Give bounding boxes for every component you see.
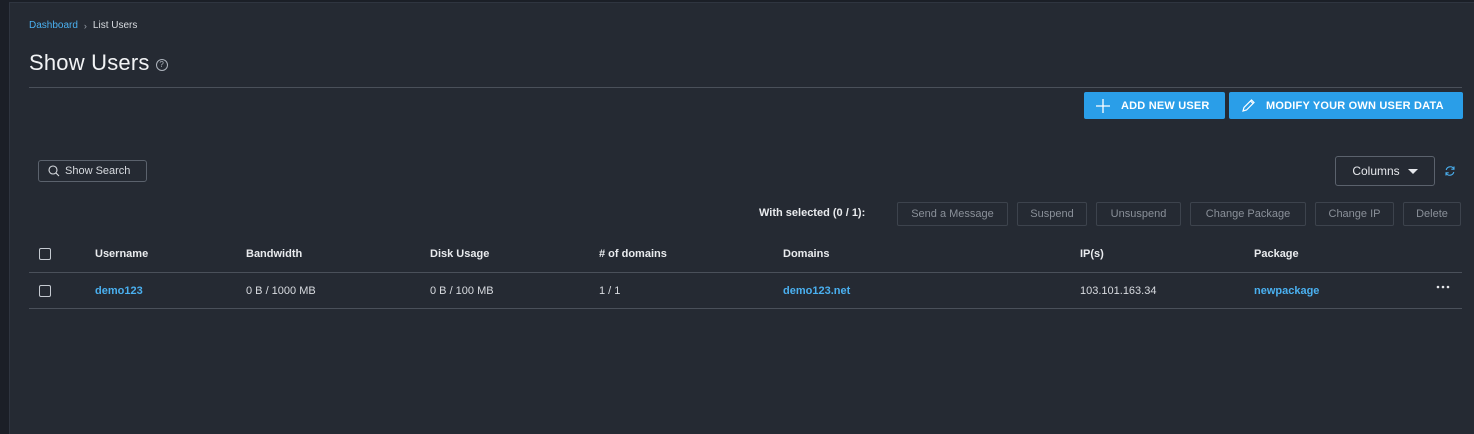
column-header-disk-usage[interactable]: Disk Usage — [430, 248, 489, 260]
add-new-user-label: ADD NEW USER — [1121, 99, 1210, 112]
column-header-package[interactable]: Package — [1254, 248, 1299, 260]
modify-user-data-button[interactable]: MODIFY YOUR OWN USER DATA — [1229, 92, 1463, 119]
columns-dropdown[interactable]: Columns — [1335, 156, 1435, 186]
modify-user-data-label: MODIFY YOUR OWN USER DATA — [1266, 99, 1444, 112]
chevron-right-icon: › — [83, 20, 87, 31]
refresh-icon[interactable] — [1444, 165, 1456, 177]
column-header-domains[interactable]: Domains — [783, 248, 829, 260]
breadcrumb-current: List Users — [92, 20, 138, 31]
delete-button[interactable]: Delete — [1403, 202, 1461, 226]
header-divider — [29, 272, 1462, 273]
disk-usage-cell: 0 B / 100 MB — [430, 285, 494, 297]
send-message-button[interactable]: Send a Message — [897, 202, 1008, 226]
domain-count-cell: 1 / 1 — [599, 285, 621, 297]
column-header-domain-count[interactable]: # of domains — [599, 248, 667, 260]
column-header-username[interactable]: Username — [95, 248, 148, 260]
column-header-bandwidth[interactable]: Bandwidth — [246, 248, 302, 260]
columns-label: Columns — [1352, 164, 1400, 178]
domain-link[interactable]: demo123.net — [783, 285, 850, 297]
content-panel: Dashboard › List Users Show Users ? ADD … — [9, 2, 1474, 434]
caret-down-icon — [1407, 168, 1418, 174]
row-checkbox[interactable] — [39, 285, 51, 297]
title-divider — [29, 87, 1462, 88]
unsuspend-button[interactable]: Unsuspend — [1096, 202, 1181, 226]
ip-cell: 103.101.163.34 — [1080, 285, 1157, 297]
row-divider — [29, 308, 1462, 309]
change-package-button[interactable]: Change Package — [1190, 202, 1306, 226]
search-icon — [48, 165, 60, 177]
show-search-button[interactable]: Show Search — [38, 160, 147, 182]
plus-icon — [1095, 98, 1111, 114]
breadcrumb: Dashboard › List Users — [29, 20, 137, 31]
show-search-label: Show Search — [65, 165, 131, 177]
help-icon[interactable]: ? — [155, 59, 168, 71]
breadcrumb-dashboard-link[interactable]: Dashboard — [29, 20, 78, 31]
bandwidth-cell: 0 B / 1000 MB — [246, 285, 316, 297]
username-link[interactable]: demo123 — [95, 285, 143, 297]
add-new-user-button[interactable]: ADD NEW USER — [1084, 92, 1225, 119]
column-header-ips[interactable]: IP(s) — [1080, 248, 1104, 260]
page-title: Show Users — [29, 50, 150, 75]
change-ip-button[interactable]: Change IP — [1315, 202, 1394, 226]
suspend-button[interactable]: Suspend — [1017, 202, 1087, 226]
title-row: Show Users ? — [29, 50, 168, 76]
more-options-icon[interactable] — [1436, 282, 1450, 292]
package-link[interactable]: newpackage — [1254, 285, 1319, 297]
pencil-icon — [1240, 98, 1256, 114]
selection-count-label: With selected (0 / 1): — [759, 207, 866, 219]
select-all-checkbox[interactable] — [39, 248, 51, 260]
